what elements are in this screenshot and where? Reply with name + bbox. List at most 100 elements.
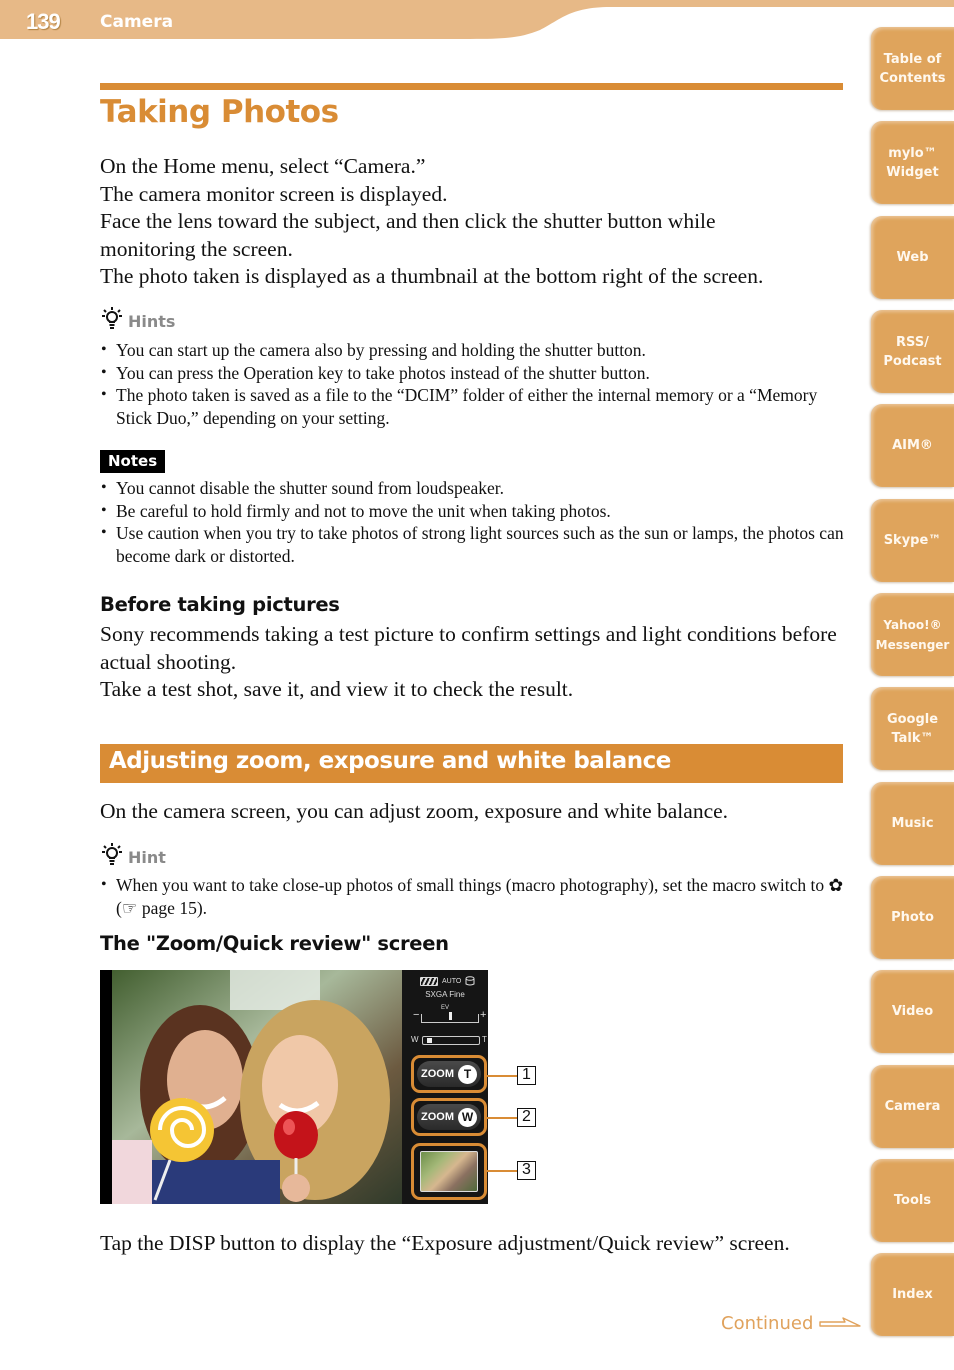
callout-line-2: [486, 1117, 517, 1119]
tab-label: Skype™: [883, 533, 942, 548]
tab-skype[interactable]: Skype™: [871, 499, 954, 582]
callout-3: 3: [517, 1161, 536, 1180]
section-label: Camera: [100, 12, 174, 32]
camera-screen-figure: AUTO SXGA Fine EV − + W T ZOOM T ZOOM W: [100, 970, 488, 1204]
tab-label: Tools: [893, 1193, 932, 1208]
page-reference-icon: ☞: [121, 897, 138, 918]
intro-line: On the Home menu, select “Camera.”: [100, 154, 426, 178]
tab-google-talk[interactable]: Google Talk™: [871, 687, 954, 770]
exposure-slider[interactable]: [421, 1012, 479, 1023]
adjust-intro: On the camera screen, you can adjust zoo…: [100, 798, 845, 826]
before-heading: Before taking pictures: [100, 593, 340, 616]
callout-line-3: [486, 1170, 517, 1172]
hint-header: Hint: [100, 841, 166, 867]
tab-photo[interactable]: Photo: [871, 876, 954, 959]
tab-yahoo-messenger[interactable]: Yahoo!® Messenger: [871, 593, 954, 676]
zoom-tele-button[interactable]: ZOOM T: [411, 1055, 487, 1093]
lightbulb-icon: [102, 307, 122, 329]
zoom-button-label: ZOOM: [421, 1068, 454, 1080]
page-number: 139: [26, 9, 61, 34]
storage-icon: [465, 976, 475, 986]
zoom-tele-label: T: [482, 1035, 487, 1044]
tab-mylo-widget[interactable]: mylo™ Widget: [871, 121, 954, 204]
camera-preview-photo: [100, 970, 402, 1204]
intro-line: The camera monitor screen is displayed.: [100, 181, 448, 206]
zoom-level-indicator: [427, 1038, 433, 1043]
tab-camera[interactable]: Camera: [871, 1065, 954, 1148]
intro-line: Face the lens toward the subject, and th…: [100, 209, 716, 261]
battery-icon: [420, 976, 438, 986]
note-item: Be careful to hold firmly and not to mov…: [100, 500, 845, 523]
notes-badge: Notes: [100, 450, 166, 473]
ev-minus: −: [413, 1009, 420, 1021]
before-text: Sony recommends taking a test picture to…: [100, 621, 845, 704]
zoom-button-label: ZOOM: [421, 1111, 454, 1123]
tab-label: Index: [892, 1287, 933, 1302]
before-line: Sony recommends taking a test picture to…: [100, 622, 837, 674]
thumbnail-image: [420, 1151, 478, 1192]
zoom-wide-label: W: [411, 1035, 419, 1044]
tab-tools[interactable]: Tools: [871, 1159, 954, 1242]
tab-web[interactable]: Web: [871, 216, 954, 299]
quick-review-thumbnail[interactable]: [411, 1143, 487, 1200]
zoom-screen-heading: The "Zoom/Quick review" screen: [100, 932, 449, 955]
tab-index[interactable]: Index: [871, 1253, 954, 1336]
wide-badge: W: [458, 1107, 477, 1127]
hint-item: You can start up the camera also by pres…: [100, 339, 845, 362]
tab-label: Music: [891, 816, 934, 831]
tab-label: Table of Contents: [879, 51, 946, 86]
image-quality: SXGA Fine: [425, 990, 465, 999]
continued-label: Continued: [721, 1313, 814, 1334]
hint-item: When you want to take close-up photos of…: [100, 874, 845, 919]
page-title: Taking Photos: [100, 94, 339, 130]
macro-icon: ✿: [828, 875, 844, 895]
camera-control-panel: AUTO SXGA Fine EV − + W T ZOOM T ZOOM W: [402, 970, 488, 1204]
lightbulb-icon: [102, 843, 122, 865]
exposure-slider-thumb[interactable]: [448, 1012, 452, 1020]
hints-header: Hints: [100, 305, 175, 331]
tab-label: Google Talk™: [886, 711, 939, 746]
tab-label: Yahoo!® Messenger: [875, 617, 950, 652]
adjust-intro-line: On the camera screen, you can adjust zoo…: [100, 799, 729, 823]
zoom-wide-button[interactable]: ZOOM W: [411, 1098, 487, 1136]
ev-plus: +: [480, 1009, 487, 1021]
adjust-hint-list: When you want to take close-up photos of…: [100, 874, 845, 919]
zoom-level-bar: [422, 1036, 480, 1045]
tab-aim[interactable]: AIM®: [871, 404, 954, 487]
intro-text: On the Home menu, select “Camera.” The c…: [100, 153, 845, 291]
status-line: AUTO: [420, 975, 490, 987]
hint-text-after: page 15).: [137, 897, 208, 918]
continued-link[interactable]: Continued: [721, 1313, 862, 1334]
arrow-right-icon: [819, 1316, 862, 1327]
callout-2: 2: [517, 1108, 536, 1127]
section-heading: Adjusting zoom, exposure and white balan…: [109, 748, 671, 774]
tab-rss-podcast[interactable]: RSS/ Podcast: [871, 310, 954, 393]
hint-text: When you want to take close-up photos of…: [116, 875, 829, 895]
tab-label: Photo: [891, 910, 934, 925]
closing-line: Tap the DISP button to display the “Expo…: [100, 1231, 790, 1255]
tab-label: mylo™ Widget: [886, 145, 939, 180]
tab-label: Video: [891, 1004, 934, 1019]
tab-music[interactable]: Music: [871, 782, 954, 865]
hint-label: Hint: [128, 848, 166, 867]
note-item: Use caution when you try to take photos …: [100, 522, 845, 567]
hint-item: You can press the Operation key to take …: [100, 362, 845, 385]
callout-line-1: [486, 1075, 517, 1077]
mode-indicator: AUTO: [442, 977, 462, 985]
hints-label: Hints: [128, 312, 176, 331]
tab-label: RSS/ Podcast: [883, 334, 942, 369]
hint-item: The photo taken is saved as a file to th…: [100, 384, 828, 429]
tab-label: Camera: [884, 1099, 941, 1114]
tab-video[interactable]: Video: [871, 970, 954, 1053]
closing-text: Tap the DISP button to display the “Expo…: [100, 1230, 820, 1258]
tab-label: Web: [896, 250, 929, 265]
section-heading-bar: Adjusting zoom, exposure and white balan…: [100, 744, 843, 783]
hints-list: You can start up the camera also by pres…: [100, 339, 845, 429]
callout-1: 1: [517, 1066, 536, 1085]
title-rule: [100, 83, 843, 90]
note-item: You cannot disable the shutter sound fro…: [100, 477, 845, 500]
intro-line: The photo taken is displayed as a thumbn…: [100, 264, 764, 288]
tab-label: AIM®: [892, 438, 933, 453]
notes-list: You cannot disable the shutter sound fro…: [100, 477, 845, 567]
tab-table-of-contents[interactable]: Table of Contents: [871, 27, 954, 110]
